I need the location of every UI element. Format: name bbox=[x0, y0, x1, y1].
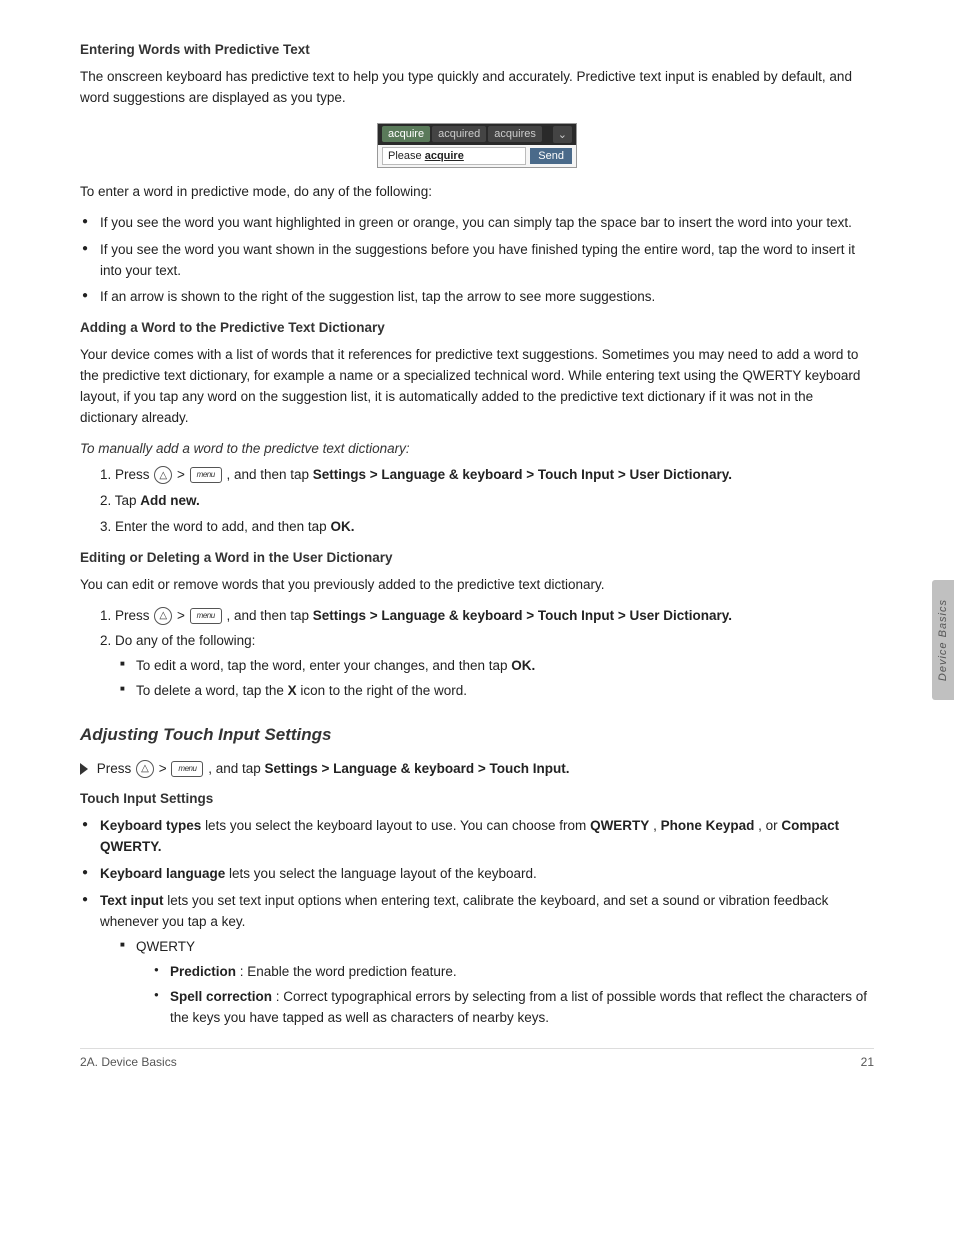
keyboard-widget: acquire acquired acquires ⌄ Please acqui… bbox=[377, 123, 577, 168]
footer-right: 21 bbox=[861, 1055, 874, 1069]
send-button[interactable]: Send bbox=[530, 148, 572, 164]
edit-step1-press: Press bbox=[115, 608, 153, 623]
chip-acquired: acquired bbox=[432, 126, 486, 142]
ts-sub-sub-2: Spell correction : Correct typographical… bbox=[154, 987, 874, 1029]
ts-bullet-2: Keyboard language lets you select the la… bbox=[80, 864, 874, 885]
menu-icon-step1: menu bbox=[190, 467, 222, 483]
edit-sub-1: To edit a word, tap the word, enter your… bbox=[120, 656, 874, 677]
bullet-item-3: If an arrow is shown to the right of the… bbox=[80, 287, 874, 308]
entering-words-body: The onscreen keyboard has predictive tex… bbox=[80, 67, 874, 109]
ts-ss2-text: : Correct typographical errors by select… bbox=[170, 989, 867, 1025]
suggestion-row: acquire acquired acquires ⌄ bbox=[378, 124, 576, 145]
adjust-press: Press bbox=[97, 761, 135, 776]
ts-sub-sub-bullets: Prediction : Enable the word prediction … bbox=[154, 962, 874, 1029]
home-icon-edit1: △ bbox=[154, 607, 172, 625]
step2-tap: Tap bbox=[115, 493, 141, 508]
manual-add-title: To manually add a word to the predictve … bbox=[80, 439, 874, 460]
edit-sub-2: To delete a word, tap the X icon to the … bbox=[120, 681, 874, 702]
step3-bold: OK. bbox=[330, 519, 354, 534]
step1-press: Press bbox=[115, 467, 153, 482]
edit-sub2-post: icon to the right of the word. bbox=[300, 683, 467, 698]
edit-step1-comma: , and then tap bbox=[226, 608, 312, 623]
menu-icon-edit1: menu bbox=[190, 608, 222, 624]
step-2: 2. Tap Add new. bbox=[80, 491, 874, 512]
touch-settings-bullets: Keyboard types lets you select the keybo… bbox=[80, 816, 874, 1028]
edit-step1-bold: Settings > Language & keyboard > Touch I… bbox=[313, 608, 732, 623]
ts-sub-1: QWERTY Prediction : Enable the word pred… bbox=[120, 937, 874, 1029]
step1-comma: , and then tap bbox=[226, 467, 312, 482]
edit-sub1-bold: OK. bbox=[511, 658, 535, 673]
ts-ss1-bold: Prediction bbox=[170, 964, 236, 979]
menu-icon-adjust: menu bbox=[171, 761, 203, 777]
editing-body: You can edit or remove words that you pr… bbox=[80, 575, 874, 596]
ts-b1-text1: lets you select the keyboard layout to u… bbox=[205, 818, 590, 833]
ts-bullet-3: Text input lets you set text input optio… bbox=[80, 891, 874, 1029]
edit-step1-gt: > bbox=[177, 608, 189, 623]
ts-b1-bold2: QWERTY bbox=[590, 818, 649, 833]
adjusting-title: Adjusting Touch Input Settings bbox=[80, 722, 874, 748]
adjusting-section: Adjusting Touch Input Settings Press △ >… bbox=[80, 722, 874, 1028]
edit-sub2-bold: X bbox=[288, 683, 297, 698]
ts-b1-comma2: , or bbox=[758, 818, 781, 833]
step-3: 3. Enter the word to add, and then tap O… bbox=[80, 517, 874, 538]
edit-step-2: 2. Do any of the following: To edit a wo… bbox=[80, 631, 874, 702]
chevron-icon: ⌄ bbox=[553, 126, 572, 143]
ts-bullet-1: Keyboard types lets you select the keybo… bbox=[80, 816, 874, 858]
entering-words-intro: To enter a word in predictive mode, do a… bbox=[80, 182, 874, 203]
ts-sub-bullets: QWERTY Prediction : Enable the word pred… bbox=[120, 937, 874, 1029]
edit-sub1-pre: To edit a word, tap the word, enter your… bbox=[136, 658, 508, 673]
bullet-item-1: If you see the word you want highlighted… bbox=[80, 213, 874, 234]
touch-input-settings-title: Touch Input Settings bbox=[80, 789, 874, 810]
entering-words-bullets: If you see the word you want highlighted… bbox=[80, 213, 874, 309]
ts-b2-text-val: lets you select the language layout of t… bbox=[229, 866, 537, 881]
home-icon-adjust: △ bbox=[136, 760, 154, 778]
side-tab: Device Basics bbox=[932, 580, 954, 700]
edit-sub-bullets: To edit a word, tap the word, enter your… bbox=[120, 656, 874, 702]
adjust-gt: > bbox=[159, 761, 171, 776]
input-row: Please acquire Send bbox=[378, 145, 576, 167]
input-display: Please acquire bbox=[382, 147, 526, 165]
step3-pre: Enter the word to add, and then tap bbox=[115, 519, 327, 534]
home-icon-step1: △ bbox=[154, 466, 172, 484]
ts-b1-bold1: Keyboard types bbox=[100, 818, 201, 833]
ts-b3-bold: Text input bbox=[100, 893, 164, 908]
adding-word-title: Adding a Word to the Predictive Text Dic… bbox=[80, 318, 874, 339]
ts-sub-sub-1: Prediction : Enable the word prediction … bbox=[154, 962, 874, 983]
ts-b1-comma1: , bbox=[653, 818, 661, 833]
ts-b2-bold: Keyboard language bbox=[100, 866, 225, 881]
footer: 2A. Device Basics 21 bbox=[80, 1048, 874, 1069]
ts-sub1-text: QWERTY bbox=[136, 939, 195, 954]
keyboard-suggestion-image: acquire acquired acquires ⌄ Please acqui… bbox=[80, 123, 874, 168]
adjust-and-tap: , and tap bbox=[208, 761, 264, 776]
editing-title: Editing or Deleting a Word in the User D… bbox=[80, 548, 874, 569]
side-tab-label: Device Basics bbox=[937, 599, 949, 681]
edit-step-1: 1. Press △ > menu , and then tap Setting… bbox=[80, 606, 874, 627]
ts-b3-text-val: lets you set text input options when ent… bbox=[100, 893, 828, 929]
ts-ss2-bold: Spell correction bbox=[170, 989, 272, 1004]
edit-step2-text: Do any of the following: bbox=[115, 633, 255, 648]
chip-acquires: acquires bbox=[488, 126, 542, 142]
editing-steps: 1. Press △ > menu , and then tap Setting… bbox=[80, 606, 874, 703]
step2-bold: Add new. bbox=[140, 493, 200, 508]
adjust-bold: Settings > Language & keyboard > Touch I… bbox=[265, 761, 570, 776]
ts-b1-bold3: Phone Keypad bbox=[661, 818, 755, 833]
editing-section: Editing or Deleting a Word in the User D… bbox=[80, 548, 874, 703]
arrow-right-icon bbox=[80, 763, 88, 775]
edit-sub2-pre: To delete a word, tap the bbox=[136, 683, 284, 698]
page-container: Entering Words with Predictive Text The … bbox=[0, 0, 954, 1099]
entering-words-title: Entering Words with Predictive Text bbox=[80, 40, 874, 61]
footer-left: 2A. Device Basics bbox=[80, 1055, 177, 1069]
entering-words-section: Entering Words with Predictive Text The … bbox=[80, 40, 874, 308]
step1-bold: Settings > Language & keyboard > Touch I… bbox=[313, 467, 732, 482]
adding-word-section: Adding a Word to the Predictive Text Dic… bbox=[80, 318, 874, 537]
adding-word-body: Your device comes with a list of words t… bbox=[80, 345, 874, 429]
manual-add-steps: 1. Press △ > menu , and then tap Setting… bbox=[80, 465, 874, 538]
adjusting-press-line: Press △ > menu , and tap Settings > Lang… bbox=[80, 759, 874, 780]
step1-gt: > bbox=[177, 467, 189, 482]
ts-ss1-text: : Enable the word prediction feature. bbox=[240, 964, 457, 979]
bullet-item-2: If you see the word you want shown in th… bbox=[80, 240, 874, 282]
step-1: 1. Press △ > menu , and then tap Setting… bbox=[80, 465, 874, 486]
chip-acquire: acquire bbox=[382, 126, 430, 142]
